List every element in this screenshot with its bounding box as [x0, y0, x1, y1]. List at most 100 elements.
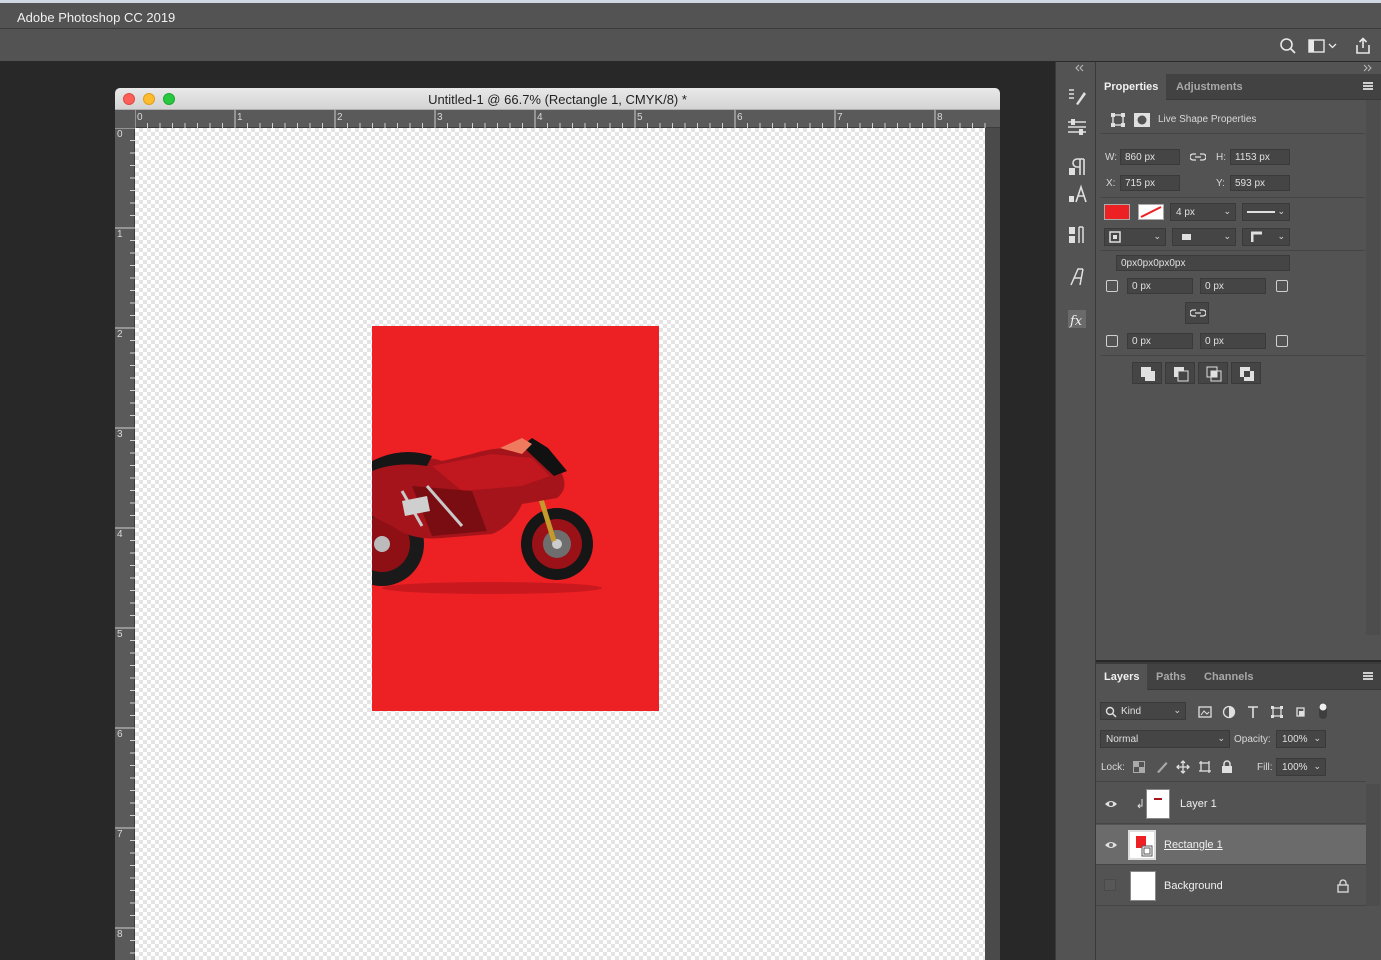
subtract-shapes-button[interactable]: [1165, 362, 1195, 384]
vertical-ruler[interactable]: 0 1 2 3 4 5 6 7 8: [115, 128, 135, 960]
document-window: Untitled-1 @ 66.7% (Rectangle 1, CMYK/8)…: [115, 88, 1000, 960]
ruler-label: 2: [117, 329, 123, 340]
ruler-label: 7: [117, 829, 123, 840]
visibility-eye-icon[interactable]: [1104, 797, 1118, 811]
corner-radius-bottom-right[interactable]: 0 px: [1200, 333, 1266, 349]
layers-panel: Layers Paths Channels Kind ⌄ Normal ⌄ Opa…: [1096, 662, 1381, 960]
layer-name[interactable]: Rectangle 1: [1164, 839, 1223, 851]
ruler-label: 8: [117, 929, 123, 940]
y-position-field[interactable]: 593 px: [1230, 175, 1290, 191]
properties-scrollbar[interactable]: [1366, 100, 1380, 635]
tab-layers[interactable]: Layers: [1096, 664, 1148, 690]
document-scrollbar[interactable]: [985, 128, 1000, 960]
layer-thumbnail: [1146, 789, 1170, 819]
properties-tab-bar: Properties Adjustments: [1096, 74, 1381, 100]
divider: [1100, 250, 1365, 251]
layer-row-rectangle-1[interactable]: Rectangle 1: [1096, 825, 1366, 865]
stroke-align-dropdown[interactable]: ⌄: [1104, 228, 1166, 246]
x-position-field[interactable]: 715 px: [1120, 175, 1180, 191]
filter-toggle-icon[interactable]: [1318, 702, 1328, 720]
width-field[interactable]: 860 px: [1120, 149, 1180, 165]
brush-settings-icon[interactable]: [1066, 86, 1088, 108]
adjustments-sliders-icon[interactable]: [1066, 116, 1088, 138]
exclude-shapes-button[interactable]: [1231, 362, 1261, 384]
lock-image-pixels-icon[interactable]: [1155, 760, 1169, 774]
stroke-caps-dropdown[interactable]: ⌄: [1172, 228, 1236, 246]
section-title: Live Shape Properties: [1158, 114, 1257, 125]
app-title-bar: Adobe Photoshop CC 2019: [0, 0, 1381, 28]
options-bar: [0, 28, 1381, 62]
character-icon[interactable]: [1066, 184, 1088, 206]
layer-name[interactable]: Background: [1164, 880, 1223, 892]
chevron-down-icon: ⌄: [1277, 206, 1285, 216]
document-title: Untitled-1 @ 66.7% (Rectangle 1, CMYK/8)…: [428, 92, 687, 107]
filter-type-layers-icon[interactable]: [1246, 705, 1260, 719]
stroke-corners-dropdown[interactable]: ⌄: [1242, 228, 1290, 246]
svg-text:fx: fx: [1069, 314, 1083, 329]
subtract-shapes-icon: [1174, 367, 1189, 382]
panel-menu-icon[interactable]: [1363, 672, 1373, 680]
lock-label: Lock:: [1101, 762, 1125, 773]
corner-radius-all-field[interactable]: 0px0px0px0px: [1116, 255, 1290, 271]
mask-icon[interactable]: [1133, 112, 1151, 128]
collapse-panels-icon[interactable]: [1056, 62, 1097, 76]
lock-transparent-pixels-icon[interactable]: [1133, 761, 1145, 773]
stroke-width-dropdown[interactable]: 4 px ⌄: [1170, 203, 1236, 221]
filter-shape-layers-icon[interactable]: [1270, 705, 1284, 719]
chevron-down-icon: ⌄: [1223, 206, 1231, 216]
fill-color-swatch[interactable]: [1104, 204, 1130, 220]
height-field[interactable]: 1153 px: [1230, 149, 1290, 165]
document-canvas[interactable]: [135, 128, 985, 960]
combine-shapes-button[interactable]: [1132, 362, 1162, 384]
tab-properties[interactable]: Properties: [1096, 74, 1167, 100]
ruler-label: 7: [837, 112, 843, 123]
divider: [1100, 197, 1365, 198]
layer-row-background[interactable]: Background: [1096, 866, 1366, 906]
tab-channels[interactable]: Channels: [1196, 664, 1262, 690]
tab-paths[interactable]: Paths: [1148, 664, 1194, 690]
chevron-down-icon: ⌄: [1173, 705, 1181, 715]
corner-radius-top-left[interactable]: 0 px: [1127, 278, 1193, 294]
corner-top-left-icon: [1106, 280, 1118, 292]
glyphs-icon[interactable]: [1066, 266, 1088, 288]
filter-pixel-layers-icon[interactable]: [1198, 706, 1212, 718]
corner-radius-top-right[interactable]: 0 px: [1200, 278, 1266, 294]
visibility-toggle-off[interactable]: [1104, 879, 1116, 891]
ruler-origin[interactable]: [115, 110, 135, 128]
filter-adjustment-layers-icon[interactable]: [1222, 705, 1236, 719]
layer-filter-dropdown[interactable]: Kind ⌄: [1100, 702, 1186, 720]
layer-row-layer-1[interactable]: Layer 1: [1096, 784, 1366, 824]
link-corners-button[interactable]: [1185, 302, 1209, 324]
expand-panels-icon[interactable]: [1096, 62, 1381, 74]
red-rectangle-shape[interactable]: [372, 326, 659, 711]
horizontal-ruler[interactable]: 0 1 2 3 4 5 6 7 8: [135, 110, 1000, 128]
workspace-switcher-icon[interactable]: [1308, 37, 1338, 55]
document-title-bar[interactable]: Untitled-1 @ 66.7% (Rectangle 1, CMYK/8)…: [115, 88, 1000, 110]
lock-position-icon[interactable]: [1176, 760, 1190, 774]
tab-adjustments[interactable]: Adjustments: [1168, 74, 1251, 100]
paragraph-icon[interactable]: [1066, 156, 1088, 178]
opacity-field[interactable]: 100% ⌄: [1276, 730, 1326, 748]
ruler-label: 4: [537, 112, 543, 123]
search-icon[interactable]: [1279, 37, 1297, 55]
stroke-color-swatch[interactable]: [1138, 204, 1164, 220]
visibility-eye-icon[interactable]: [1104, 838, 1118, 852]
intersect-shapes-button[interactable]: [1198, 362, 1228, 384]
blend-mode-dropdown[interactable]: Normal ⌄: [1100, 730, 1230, 748]
share-icon[interactable]: [1354, 37, 1372, 55]
lock-all-icon[interactable]: [1221, 760, 1233, 774]
stroke-type-dropdown[interactable]: ⌄: [1242, 203, 1290, 221]
layer-name[interactable]: Layer 1: [1180, 798, 1217, 810]
lock-artboard-icon[interactable]: [1198, 760, 1212, 774]
chevron-down-icon: ⌄: [1217, 733, 1225, 743]
link-dimensions-icon[interactable]: [1190, 152, 1206, 162]
layer-styles-fx-icon[interactable]: fx: [1066, 308, 1088, 330]
paragraph-styles-icon[interactable]: [1066, 224, 1088, 246]
fill-field[interactable]: 100% ⌄: [1276, 758, 1326, 776]
chevron-down-icon: ⌄: [1223, 231, 1231, 241]
filter-smart-objects-icon[interactable]: [1294, 705, 1308, 719]
panel-menu-icon[interactable]: [1363, 82, 1373, 90]
corner-radius-bottom-left[interactable]: 0 px: [1127, 333, 1193, 349]
layers-scrollbar[interactable]: [1366, 784, 1380, 906]
intersect-shapes-icon: [1206, 366, 1222, 382]
